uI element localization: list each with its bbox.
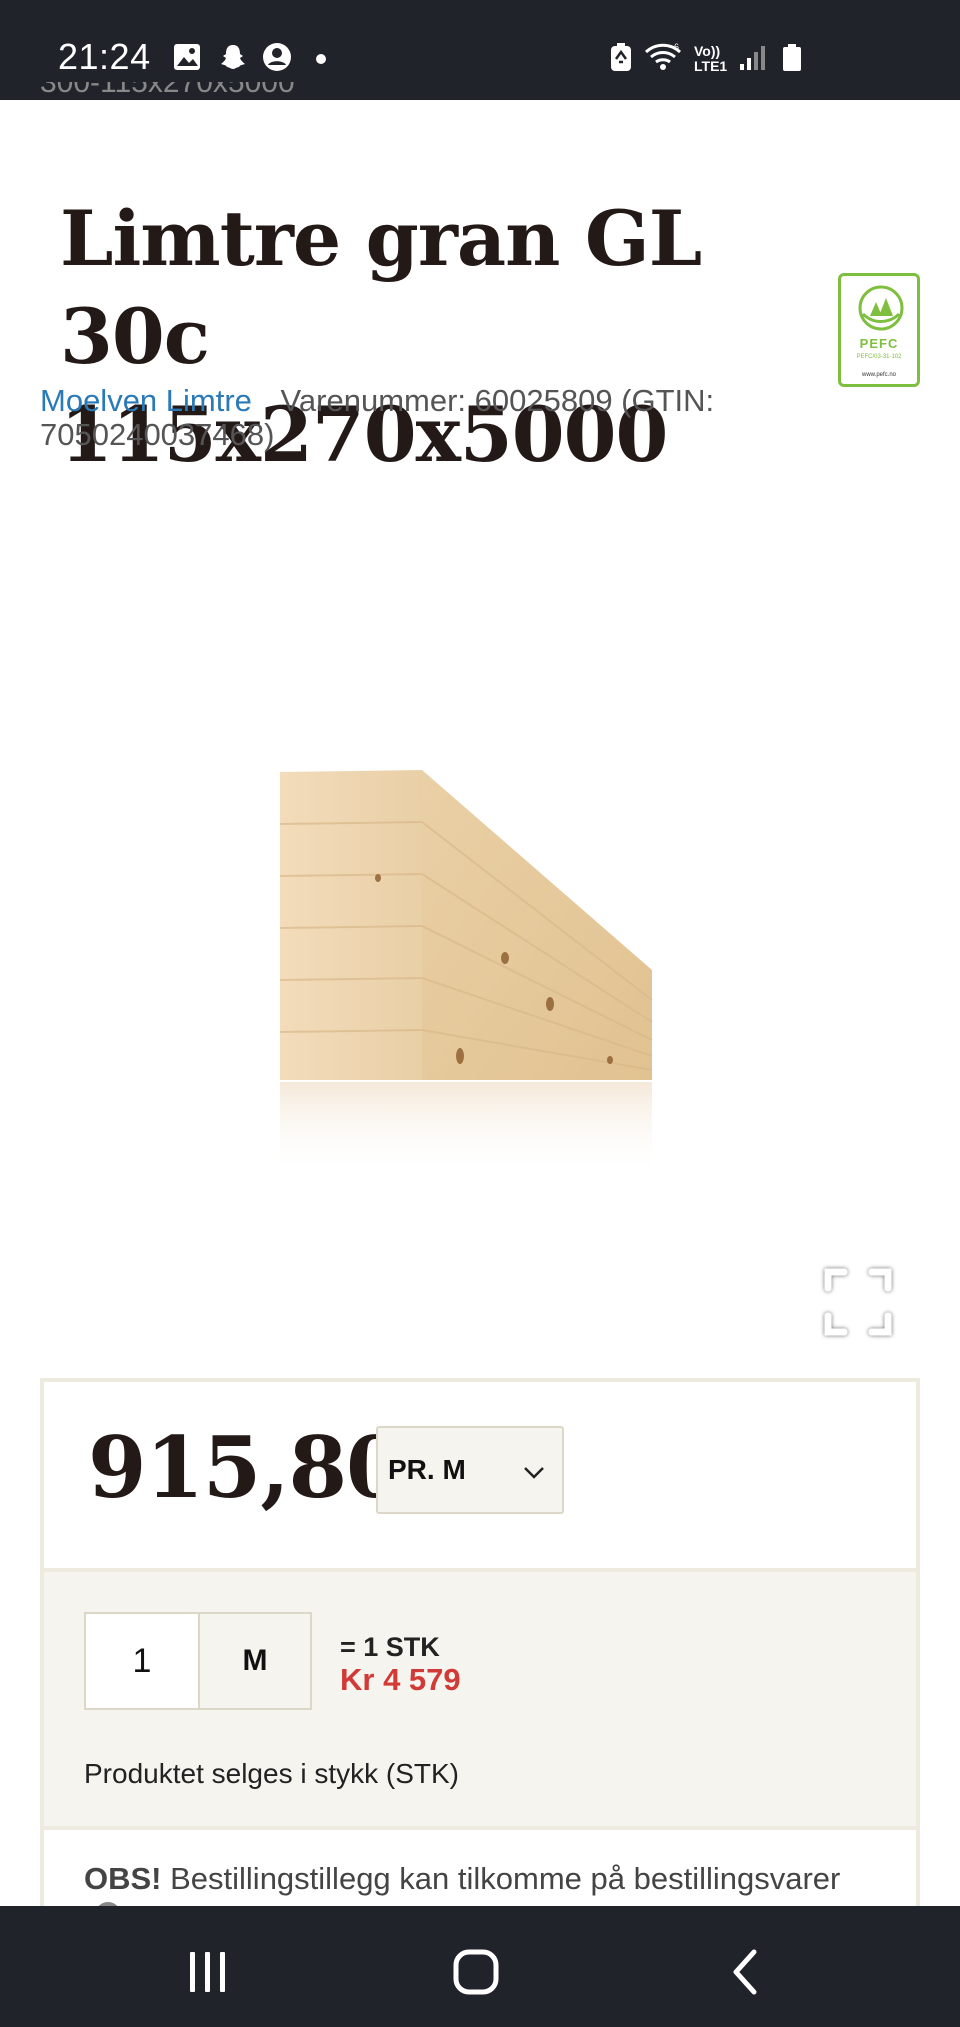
back-icon[interactable] bbox=[716, 1942, 776, 2002]
price-unit-select[interactable]: PR. M bbox=[376, 1426, 564, 1514]
total-price: Kr 4 579 bbox=[340, 1662, 461, 1697]
quantity-row: 1 M = 1 STK Kr 4 579 Produktet selges i … bbox=[44, 1568, 916, 1830]
wifi-icon: 6 bbox=[644, 42, 682, 70]
sold-per-unit-note: Produktet selges i stykk (STK) bbox=[84, 1758, 460, 1789]
recent-apps-icon[interactable] bbox=[178, 1942, 238, 2002]
status-time: 21:24 bbox=[58, 36, 151, 77]
quantity-input[interactable]: 1 bbox=[84, 1612, 198, 1710]
home-icon[interactable] bbox=[446, 1942, 506, 2002]
price-value: 915,80 bbox=[88, 1418, 404, 1517]
scrolled-breadcrumb-text: 300-115x270x5000 bbox=[40, 82, 295, 99]
brand-link[interactable]: Moelven Limtre bbox=[40, 383, 252, 418]
price-row: 915,80 PR. M bbox=[44, 1382, 916, 1568]
battery-saver-icon bbox=[611, 43, 631, 71]
order-notice-text: Bestillingstillegg kan tilkomme på besti… bbox=[161, 1861, 841, 1896]
price-unit-label: PR. M bbox=[388, 1454, 466, 1485]
svg-text:6: 6 bbox=[674, 42, 679, 52]
volte-label-top: Vo)) bbox=[694, 43, 721, 59]
volte-label-bottom: LTE1 bbox=[694, 58, 728, 74]
account-icon bbox=[263, 43, 291, 71]
scrolled-breadcrumb: 300-115x270x5000 bbox=[40, 82, 295, 102]
chevron-down-icon bbox=[524, 1467, 544, 1479]
pefc-url: www.pefc.no bbox=[861, 372, 897, 378]
quantity-equivalent: = 1 STK bbox=[340, 1632, 440, 1662]
pefc-code: PEFC/03-31-102 bbox=[856, 354, 902, 360]
pefc-logo-icon bbox=[858, 285, 904, 331]
snapchat-icon bbox=[221, 45, 245, 69]
fullscreen-expand-icon[interactable] bbox=[820, 1264, 896, 1340]
gallery-icon bbox=[174, 44, 200, 70]
product-image[interactable] bbox=[270, 760, 670, 1180]
dot-icon bbox=[316, 54, 326, 64]
pefc-label: PEFC bbox=[859, 336, 899, 351]
quantity-unit: M bbox=[198, 1612, 312, 1710]
signal-icon bbox=[740, 46, 765, 70]
order-notice-bold: OBS! bbox=[84, 1861, 162, 1896]
volte-icon: Vo)) LTE1 bbox=[694, 44, 734, 74]
system-nav-bar bbox=[0, 1906, 960, 2027]
product-meta: Moelven Limtre Varenummer: 60025809 (GTI… bbox=[40, 384, 920, 452]
pefc-certification-badge: PEFC PEFC/03-31-102 www.pefc.no bbox=[838, 273, 920, 387]
battery-icon bbox=[783, 44, 801, 71]
